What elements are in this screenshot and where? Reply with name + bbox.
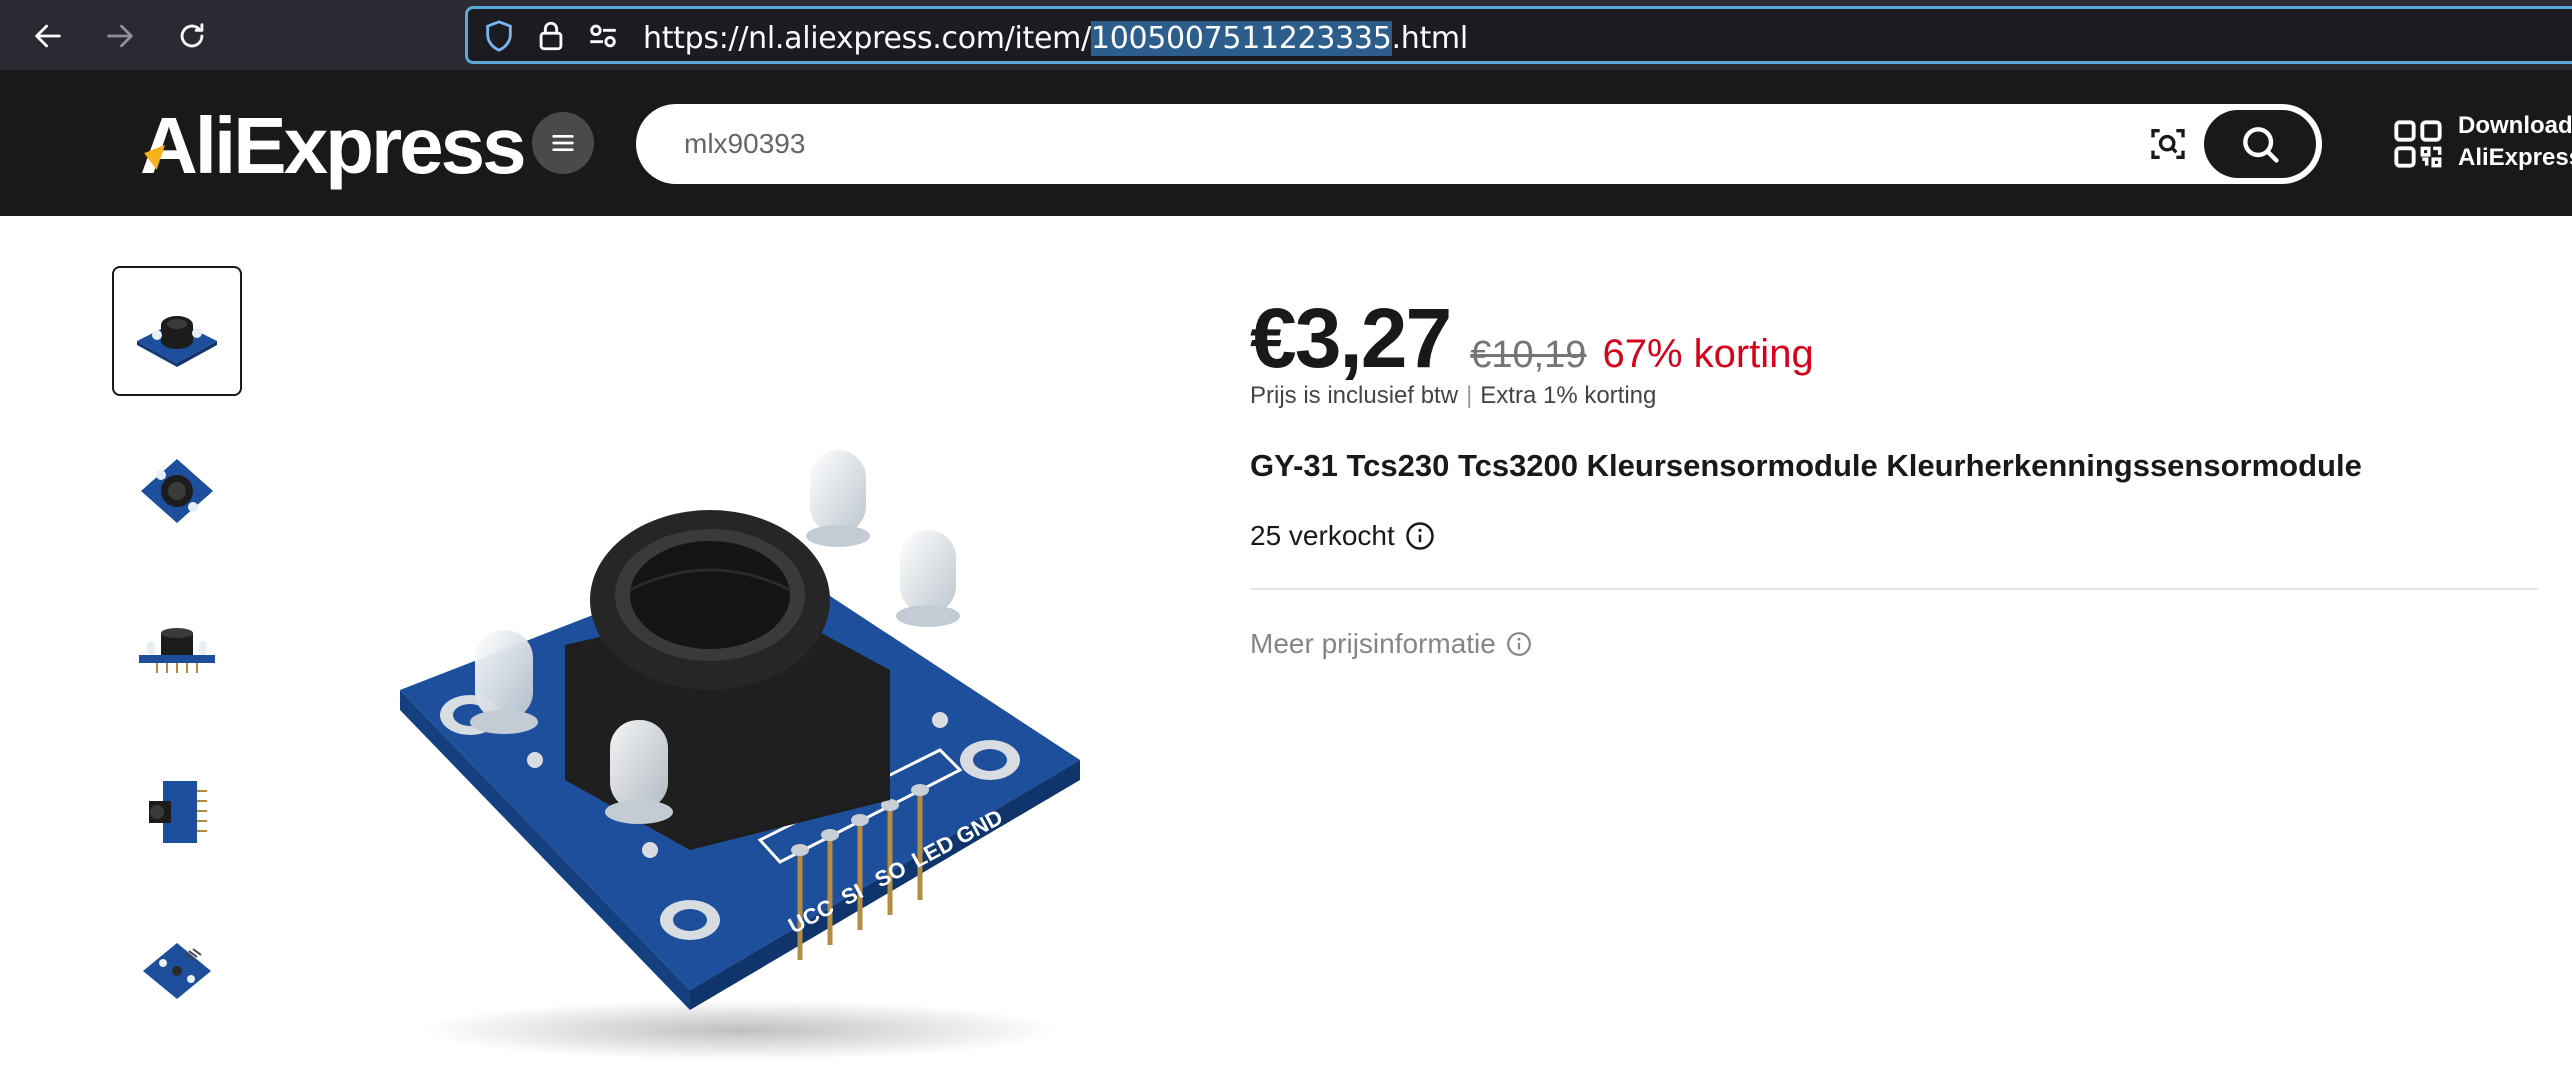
current-price: €3,27 — [1250, 291, 1452, 385]
extra-discount[interactable]: Extra 1% korting — [1480, 382, 1656, 409]
product-thumbnail-image — [137, 316, 217, 367]
thumbnail-3[interactable] — [112, 586, 242, 716]
download-text: Download AliExpress — [2458, 110, 2572, 174]
shield-icon[interactable] — [482, 19, 516, 53]
product-thumbnail-image — [149, 781, 207, 843]
lock-icon[interactable] — [534, 19, 568, 53]
thumbnail-5[interactable] — [112, 906, 242, 1036]
divider — [1250, 588, 2538, 590]
search-input[interactable] — [684, 122, 2084, 166]
sold-count-row: 25 verkocht — [1250, 520, 1435, 552]
url-suffix: .html — [1391, 21, 1469, 56]
download-line-1: Download — [2458, 112, 2572, 139]
original-price: €10,19 — [1470, 334, 1587, 376]
aliexpress-logo[interactable]: AliExpress — [140, 100, 527, 192]
download-line-2: AliExpress — [2458, 144, 2572, 171]
product-thumbnail-image — [141, 459, 213, 523]
arrow-right-icon — [107, 24, 133, 48]
search-icon — [2243, 127, 2279, 163]
product-thumbnail-image — [139, 628, 215, 673]
logo-star-icon — [144, 144, 165, 170]
product-title: GY-31 Tcs230 Tcs3200 Kleursensormodule K… — [1250, 448, 2362, 483]
price-row: €3,27 €10,19 67% korting — [1250, 290, 1814, 387]
reload-icon — [180, 23, 204, 48]
thumbnail-1[interactable] — [112, 266, 242, 396]
url-text[interactable]: https://nl.aliexpress.com/item/100500751… — [643, 21, 1468, 56]
image-search-icon[interactable] — [2148, 124, 2188, 164]
sold-count: 25 verkocht — [1250, 520, 1395, 551]
back-button[interactable] — [20, 8, 76, 64]
main-product-image[interactable]: UCC SI SO LED GND — [380, 430, 1100, 1070]
tax-note: Prijs is inclusief btw — [1250, 382, 1459, 409]
url-prefix: https://nl.aliexpress.com/item/ — [643, 21, 1091, 56]
qr-code-icon — [2394, 120, 2442, 168]
more-price-info[interactable]: Meer prijsinformatie — [1250, 628, 1532, 660]
thumbnail-2[interactable] — [112, 426, 242, 556]
forward-button[interactable] — [92, 8, 148, 64]
site-header: AliExpress Download AliExpress — [0, 70, 2572, 216]
more-price-label: Meer prijsinformatie — [1250, 628, 1496, 659]
separator: | — [1466, 382, 1473, 409]
address-bar[interactable]: https://nl.aliexpress.com/item/100500751… — [465, 6, 2572, 64]
hamburger-icon — [552, 135, 574, 151]
product-thumbnail-image — [143, 943, 211, 999]
reload-button[interactable] — [164, 8, 220, 64]
thumbnail-4[interactable] — [112, 746, 242, 876]
browser-toolbar: https://nl.aliexpress.com/item/100500751… — [0, 0, 2572, 70]
discount-label: 67% korting — [1602, 332, 1814, 376]
info-icon[interactable] — [1506, 631, 1532, 657]
menu-button[interactable] — [532, 112, 594, 174]
url-selected-text: 1005007511223335 — [1090, 21, 1392, 56]
site-permissions-icon[interactable] — [586, 19, 620, 53]
tax-info: Prijs is inclusief btw | Extra 1% korting — [1250, 382, 1656, 410]
search-bar — [636, 104, 2322, 184]
info-icon[interactable] — [1405, 521, 1435, 551]
search-button[interactable] — [2204, 110, 2316, 178]
arrow-left-icon — [35, 24, 61, 48]
